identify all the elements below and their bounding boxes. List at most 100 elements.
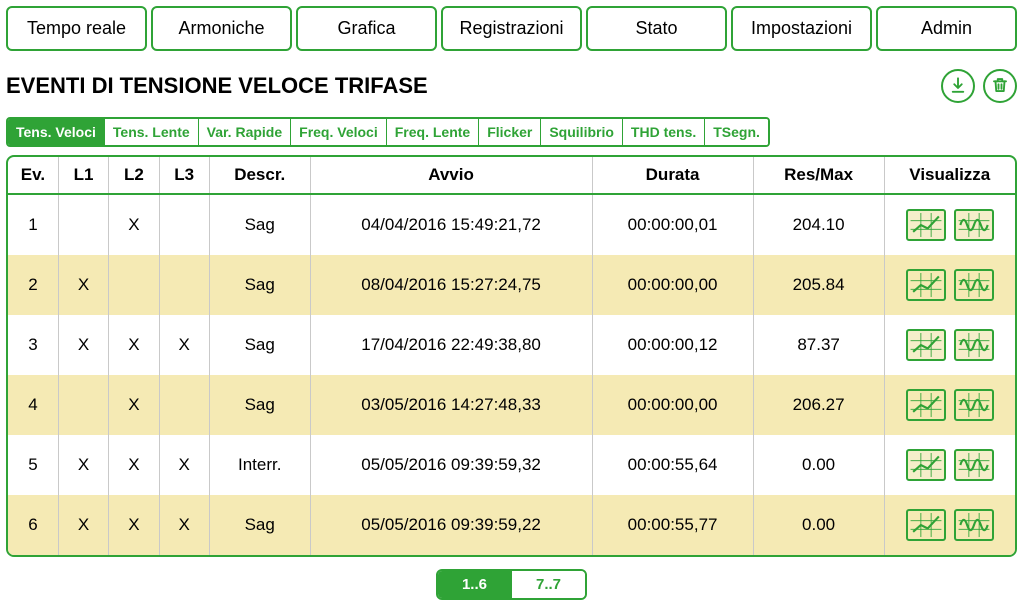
cell-l2: X (109, 435, 159, 495)
pager-current[interactable]: 1..6 (438, 571, 511, 598)
title-row: EVENTI DI TENSIONE VELOCE TRIFASE (6, 69, 1017, 103)
col-ev: Ev. (8, 157, 58, 194)
trash-icon (991, 76, 1009, 97)
col-l1: L1 (58, 157, 108, 194)
tab-freq-lente[interactable]: Freq. Lente (387, 119, 479, 145)
table-row: 3XXXSag17/04/2016 22:49:38,8000:00:00,12… (8, 315, 1015, 375)
col-resmax: Res/Max (753, 157, 884, 194)
delete-button[interactable] (983, 69, 1017, 103)
col-avvio: Avvio (310, 157, 592, 194)
cell-descr: Sag (209, 255, 310, 315)
col-l2: L2 (109, 157, 159, 194)
cell-ev: 5 (8, 435, 58, 495)
cell-l3: X (159, 315, 209, 375)
cell-ev: 1 (8, 194, 58, 255)
cell-avvio: 08/04/2016 15:27:24,75 (310, 255, 592, 315)
chart-icon[interactable] (906, 269, 946, 301)
cell-descr: Sag (209, 495, 310, 555)
cell-l1: X (58, 315, 108, 375)
cell-l3 (159, 255, 209, 315)
cell-descr: Interr. (209, 435, 310, 495)
tab-thd-tens[interactable]: THD tens. (623, 119, 705, 145)
chart-icon[interactable] (906, 329, 946, 361)
tab-tens-lente[interactable]: Tens. Lente (105, 119, 199, 145)
cell-avvio: 03/05/2016 14:27:48,33 (310, 375, 592, 435)
cell-visualizza (884, 495, 1015, 555)
cell-durata: 00:00:00,00 (592, 255, 753, 315)
waveform-icon[interactable] (954, 209, 994, 241)
cell-visualizza (884, 194, 1015, 255)
page-title: EVENTI DI TENSIONE VELOCE TRIFASE (6, 73, 428, 99)
cell-l3: X (159, 435, 209, 495)
waveform-icon[interactable] (954, 509, 994, 541)
chart-icon[interactable] (906, 389, 946, 421)
table-header-row: Ev. L1 L2 L3 Descr. Avvio Durata Res/Max… (8, 157, 1015, 194)
download-icon (949, 76, 967, 97)
cell-ev: 6 (8, 495, 58, 555)
cell-l3 (159, 375, 209, 435)
waveform-icon[interactable] (954, 329, 994, 361)
waveform-icon[interactable] (954, 389, 994, 421)
cell-l3 (159, 194, 209, 255)
cell-durata: 00:00:00,00 (592, 375, 753, 435)
cell-descr: Sag (209, 315, 310, 375)
events-table-wrap: Ev. L1 L2 L3 Descr. Avvio Durata Res/Max… (6, 155, 1017, 557)
cell-l1: X (58, 435, 108, 495)
nav-grafica[interactable]: Grafica (296, 6, 437, 51)
cell-visualizza (884, 375, 1015, 435)
tab-var-rapide[interactable]: Var. Rapide (199, 119, 291, 145)
tab-freq-veloci[interactable]: Freq. Veloci (291, 119, 387, 145)
cell-avvio: 05/05/2016 09:39:59,22 (310, 495, 592, 555)
col-l3: L3 (159, 157, 209, 194)
col-visual: Visualizza (884, 157, 1015, 194)
events-table: Ev. L1 L2 L3 Descr. Avvio Durata Res/Max… (8, 157, 1015, 555)
chart-icon[interactable] (906, 509, 946, 541)
cell-res: 205.84 (753, 255, 884, 315)
nav-tempo-reale[interactable]: Tempo reale (6, 6, 147, 51)
title-actions (941, 69, 1017, 103)
chart-icon[interactable] (906, 449, 946, 481)
waveform-icon[interactable] (954, 449, 994, 481)
cell-res: 87.37 (753, 315, 884, 375)
cell-durata: 00:00:00,12 (592, 315, 753, 375)
chart-icon[interactable] (906, 209, 946, 241)
cell-l1: X (58, 495, 108, 555)
cell-avvio: 04/04/2016 15:49:21,72 (310, 194, 592, 255)
download-button[interactable] (941, 69, 975, 103)
nav-impostazioni[interactable]: Impostazioni (731, 6, 872, 51)
cell-l1 (58, 375, 108, 435)
cell-l2: X (109, 375, 159, 435)
nav-stato[interactable]: Stato (586, 6, 727, 51)
pager: 1..6 7..7 (6, 569, 1017, 600)
cell-avvio: 05/05/2016 09:39:59,32 (310, 435, 592, 495)
cell-l2: X (109, 315, 159, 375)
cell-res: 0.00 (753, 435, 884, 495)
cell-visualizza (884, 255, 1015, 315)
tab-squilibrio[interactable]: Squilibrio (541, 119, 623, 145)
tab-tens-veloci[interactable]: Tens. Veloci (8, 119, 105, 145)
cell-durata: 00:00:00,01 (592, 194, 753, 255)
tab-flicker[interactable]: Flicker (479, 119, 541, 145)
table-row: 2X Sag08/04/2016 15:27:24,7500:00:00,0020… (8, 255, 1015, 315)
nav-admin[interactable]: Admin (876, 6, 1017, 51)
cell-l2: X (109, 495, 159, 555)
col-descr: Descr. (209, 157, 310, 194)
cell-res: 206.27 (753, 375, 884, 435)
cell-ev: 2 (8, 255, 58, 315)
tab-tsegn[interactable]: TSegn. (705, 119, 768, 145)
nav-registrazioni[interactable]: Registrazioni (441, 6, 582, 51)
cell-l1: X (58, 255, 108, 315)
col-durata: Durata (592, 157, 753, 194)
waveform-icon[interactable] (954, 269, 994, 301)
nav-armoniche[interactable]: Armoniche (151, 6, 292, 51)
cell-visualizza (884, 315, 1015, 375)
cell-res: 204.10 (753, 194, 884, 255)
table-row: 5XXXInterr.05/05/2016 09:39:59,3200:00:5… (8, 435, 1015, 495)
cell-l3: X (159, 495, 209, 555)
cell-l1 (58, 194, 108, 255)
pager-next[interactable]: 7..7 (511, 571, 585, 598)
sub-tabs: Tens. Veloci Tens. Lente Var. Rapide Fre… (6, 117, 770, 147)
cell-ev: 4 (8, 375, 58, 435)
cell-l2 (109, 255, 159, 315)
cell-l2: X (109, 194, 159, 255)
